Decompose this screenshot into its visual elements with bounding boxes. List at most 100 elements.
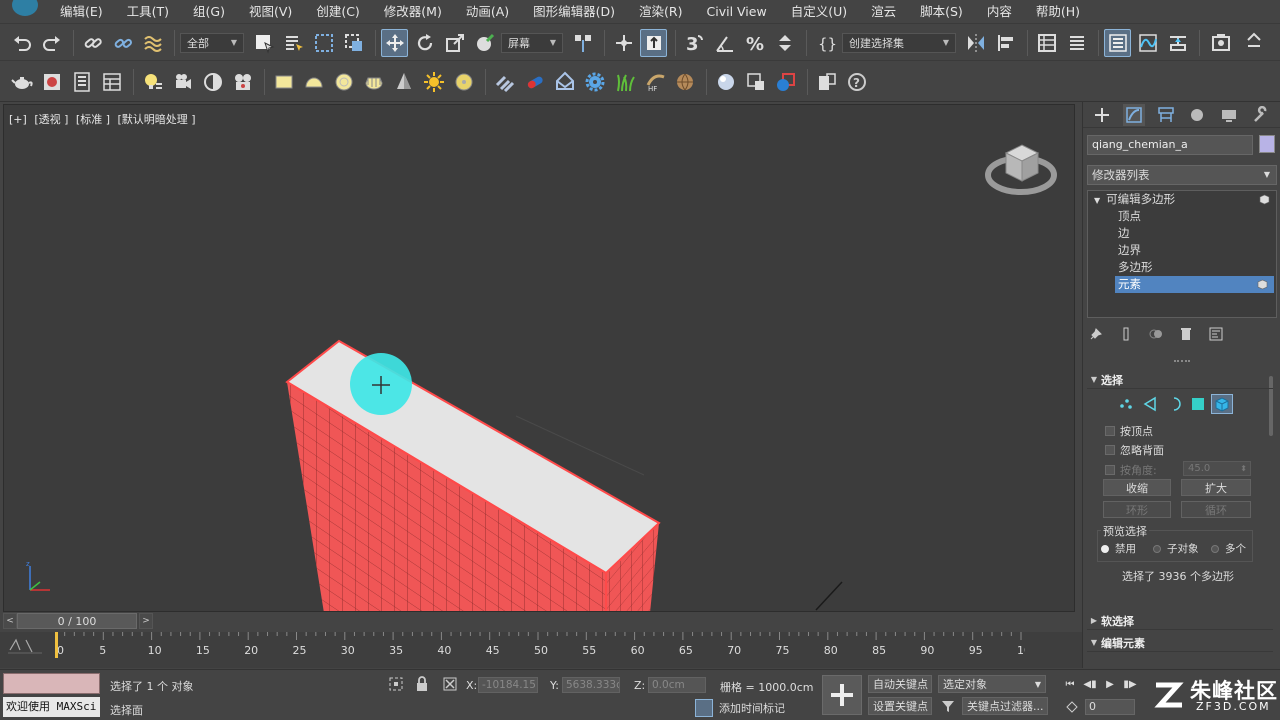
x-coordinate-field[interactable]: -10184.15 xyxy=(478,677,538,693)
stack-vertex[interactable]: 顶点 xyxy=(1088,208,1276,225)
edge-level-icon[interactable] xyxy=(1139,394,1161,414)
key-mode-dropdown[interactable]: 选定对象 ▼ xyxy=(938,675,1046,693)
mini-curve-editor-icon[interactable] xyxy=(8,636,42,654)
sun-icon[interactable] xyxy=(420,68,447,96)
add-time-tag[interactable]: 添加时间标记 xyxy=(695,699,785,717)
link-icon[interactable] xyxy=(79,29,106,57)
stack-element[interactable]: 元素 xyxy=(1115,276,1274,293)
stack-edge[interactable]: 边 xyxy=(1088,225,1276,242)
y-coordinate-field[interactable]: 5638.333c xyxy=(562,677,620,693)
modify-tab-icon[interactable] xyxy=(1122,103,1145,126)
configure-modifier-sets-icon[interactable] xyxy=(1207,325,1225,343)
pivot-center-icon[interactable] xyxy=(569,29,596,57)
film-camera-icon[interactable] xyxy=(229,68,256,96)
preview-off-radio[interactable]: 禁用 xyxy=(1101,541,1136,556)
modifier-stack[interactable]: ▼ 可编辑多边形 顶点 边 边界 多边形 元素 xyxy=(1087,190,1277,318)
render-setup-icon[interactable] xyxy=(1205,29,1237,57)
time-slider[interactable]: < 0 / 100 > xyxy=(3,612,1075,630)
camera-icon[interactable] xyxy=(169,68,196,96)
stack-editable-poly[interactable]: ▼ 可编辑多边形 xyxy=(1088,191,1276,208)
spinner-snap-icon[interactable] xyxy=(771,29,798,57)
utilities-tab-icon[interactable] xyxy=(1250,104,1272,126)
capsule-icon[interactable] xyxy=(521,68,548,96)
menu-view[interactable]: 视图(V) xyxy=(237,0,304,24)
rect-selection-icon[interactable] xyxy=(310,29,337,57)
key-mode-toggle-icon[interactable] xyxy=(1064,699,1080,715)
menu-content[interactable]: 内容 xyxy=(975,0,1024,24)
loop-button[interactable]: 循环 xyxy=(1181,501,1251,518)
motion-tab-icon[interactable] xyxy=(1186,104,1208,126)
edit-named-selection-icon[interactable]: {} xyxy=(812,29,839,57)
remove-modifier-icon[interactable] xyxy=(1177,325,1195,343)
geosphere-icon[interactable] xyxy=(360,68,387,96)
border-level-icon[interactable] xyxy=(1163,394,1185,414)
perspective-viewport[interactable]: [+] [透视 ] [标准 ] [默认明暗处理 ] z xyxy=(3,104,1075,612)
scene-explorer-icon[interactable] xyxy=(1104,28,1131,57)
place-icon[interactable] xyxy=(471,29,498,57)
lock-icon[interactable] xyxy=(414,676,430,692)
auto-key-button[interactable]: 自动关键点 xyxy=(868,675,932,693)
lens-icon[interactable] xyxy=(199,68,226,96)
menu-scripting[interactable]: 脚本(S) xyxy=(908,0,975,24)
go-to-start-icon[interactable]: ⏮ xyxy=(1060,676,1080,692)
menu-help[interactable]: 帮助(H) xyxy=(1024,0,1092,24)
set-key-big-icon[interactable] xyxy=(822,675,862,715)
time-prev-icon[interactable]: < xyxy=(3,613,17,629)
viewcube[interactable] xyxy=(984,133,1058,199)
undo-icon[interactable] xyxy=(8,29,35,57)
create-tab-icon[interactable] xyxy=(1091,104,1113,126)
absolute-mode-icon[interactable] xyxy=(442,676,458,692)
ring-button[interactable]: 环形 xyxy=(1103,501,1171,518)
move-icon[interactable] xyxy=(381,28,408,57)
time-slider-thumb[interactable]: 0 / 100 xyxy=(17,613,137,629)
edit-elements-rollout-header[interactable]: ▼ 编辑元素 xyxy=(1087,634,1273,652)
menu-animation[interactable]: 动画(A) xyxy=(454,0,521,24)
bind-space-warp-icon[interactable] xyxy=(139,29,166,57)
object-color-swatch[interactable] xyxy=(1259,135,1275,153)
isolate-selection-icon[interactable] xyxy=(388,676,404,692)
batch-render-icon[interactable] xyxy=(813,68,840,96)
toggle-ribbon-icon[interactable] xyxy=(1063,29,1090,57)
panel-grip[interactable] xyxy=(1174,360,1190,364)
select-by-name-icon[interactable] xyxy=(280,29,307,57)
render-sphere-icon[interactable] xyxy=(712,68,739,96)
mirror-icon[interactable] xyxy=(962,29,989,57)
key-filter-icon[interactable] xyxy=(940,698,956,714)
grass-icon[interactable] xyxy=(611,68,638,96)
current-frame-marker[interactable] xyxy=(55,632,58,658)
preview-multi-radio[interactable]: 多个 xyxy=(1211,541,1246,556)
selection-filter-dropdown[interactable]: 全部 ▼ xyxy=(180,32,244,53)
grow-button[interactable]: 扩大 xyxy=(1181,479,1251,496)
menu-civil-view[interactable]: Civil View xyxy=(695,0,779,24)
menu-renyun[interactable]: 渲云 xyxy=(859,0,908,24)
unlink-icon[interactable] xyxy=(109,29,136,57)
soft-selection-rollout-header[interactable]: ▶ 软选择 xyxy=(1087,612,1273,630)
current-frame-field[interactable]: 0 xyxy=(1085,699,1135,715)
display-tab-icon[interactable] xyxy=(1218,104,1240,126)
app-logo[interactable] xyxy=(0,0,48,24)
angle-spinner[interactable]: 45.0 ⬍ xyxy=(1183,461,1251,476)
angle-snap-icon[interactable] xyxy=(711,29,738,57)
set-key-button[interactable]: 设置关键点 xyxy=(868,697,932,715)
z-coordinate-field[interactable]: 0.0cm xyxy=(648,677,706,693)
curve-editor-icon[interactable] xyxy=(1134,29,1161,57)
menu-edit[interactable]: 编辑(E) xyxy=(48,0,115,24)
object-name-field[interactable]: qiang_chemian_a xyxy=(1087,135,1253,155)
preview-subobject-radio[interactable]: 子对象 xyxy=(1153,541,1199,556)
named-selection-dropdown[interactable]: 创建选择集 ▼ xyxy=(842,32,956,53)
vertex-level-icon[interactable] xyxy=(1115,394,1137,414)
envelope-icon[interactable] xyxy=(551,68,578,96)
menu-graph-editors[interactable]: 图形编辑器(D) xyxy=(521,0,627,24)
modifier-list-dropdown[interactable]: 修改器列表 ▼ xyxy=(1087,165,1277,185)
track-bar[interactable]: 0 5 10 15 20 25 30 35 40 45 50 55 60 65 70 75 80 85 90 95 10… xyxy=(0,632,1082,668)
render-production-icon[interactable] xyxy=(772,68,799,96)
expand-toolbar-icon[interactable] xyxy=(1240,29,1267,57)
select-manipulate-icon[interactable] xyxy=(610,29,637,57)
rotate-icon[interactable] xyxy=(411,29,438,57)
teapot-icon[interactable] xyxy=(8,68,35,96)
plane-icon[interactable] xyxy=(270,68,297,96)
select-object-icon[interactable] xyxy=(250,29,277,57)
light-lister-icon[interactable] xyxy=(139,68,166,96)
menu-customize[interactable]: 自定义(U) xyxy=(779,0,859,24)
by-vertex-checkbox[interactable]: 按顶点 xyxy=(1105,423,1153,439)
